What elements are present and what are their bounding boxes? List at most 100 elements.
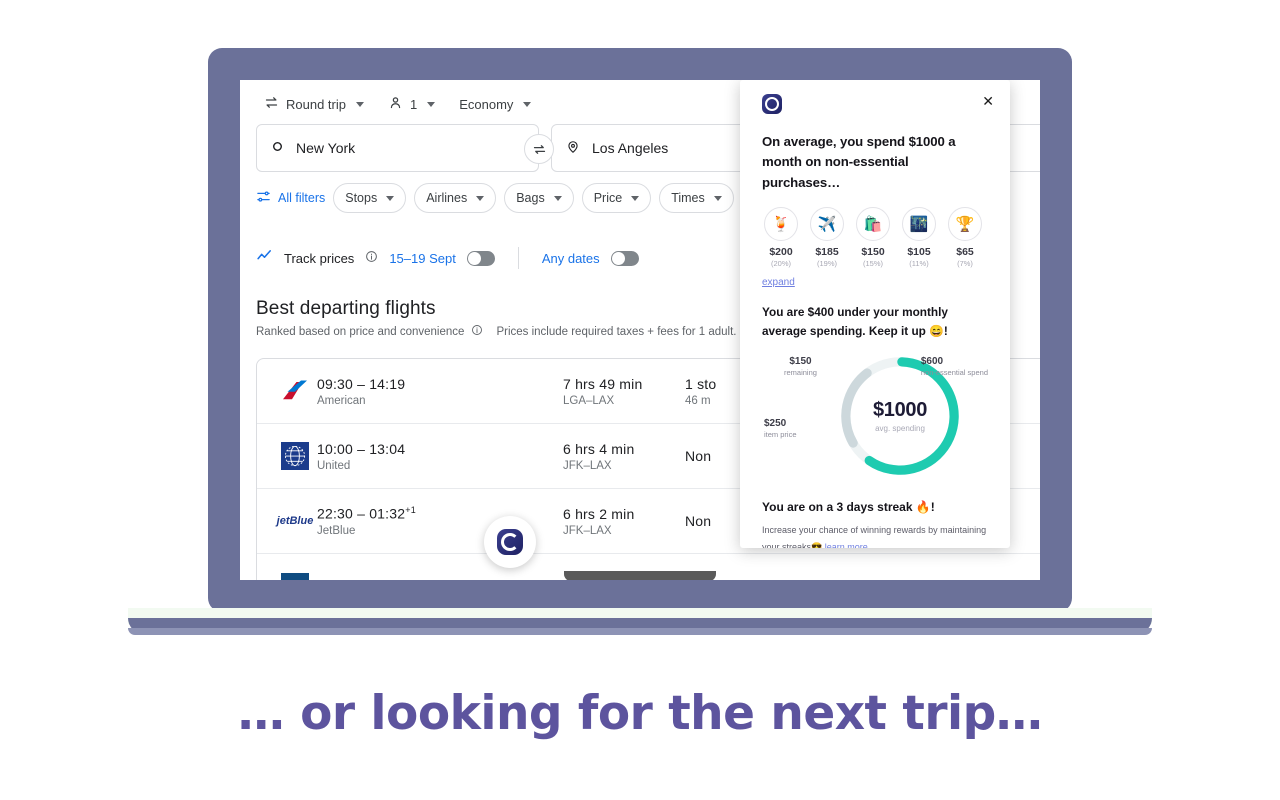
- list-item[interactable]: 🛍️ $150 (15%): [854, 207, 892, 268]
- streak-text-line2: your streaks😎: [762, 541, 825, 548]
- passenger-count: 1: [409, 96, 418, 112]
- jetblue-logo: jetBlue: [276, 515, 314, 527]
- list-item[interactable]: 🏆 $65 (7%): [946, 207, 984, 268]
- flight-times-cell: 09:30 – 14:19 American: [317, 376, 563, 407]
- ring-logo-icon: [497, 529, 523, 555]
- pill-label: Price: [593, 191, 623, 205]
- page-caption: … or looking for the next trip…: [237, 686, 1043, 741]
- trophy-emoji: 🏆: [948, 207, 982, 242]
- list-item[interactable]: 🍹 $200 (20%): [762, 207, 800, 268]
- label-name: remaining: [784, 368, 817, 378]
- donut-subtitle: avg. spending: [875, 423, 925, 433]
- all-filters-button[interactable]: All filters: [256, 189, 325, 207]
- cabin-class-label: Economy: [459, 96, 514, 112]
- any-dates-toggle[interactable]: [610, 250, 639, 266]
- learn-more-link[interactable]: learn more: [825, 542, 868, 548]
- category-amount: $185: [815, 246, 839, 259]
- close-icon[interactable]: ✕: [982, 94, 994, 108]
- spending-donut-chart: $1000 avg. spending $150 remaining $250 …: [762, 346, 988, 498]
- track-dates-toggle[interactable]: [466, 250, 495, 266]
- trip-type-label: Round trip: [286, 96, 346, 112]
- person-icon: [388, 95, 403, 113]
- streak-text-line1: Increase your chance of winning rewards …: [762, 524, 987, 535]
- divider: [517, 247, 519, 269]
- pill-label: Bags: [516, 191, 545, 205]
- route: JFK–LAX: [563, 459, 612, 472]
- tune-icon: [256, 189, 271, 207]
- assistant-fab-button[interactable]: [484, 516, 536, 568]
- duration: 6 hrs 2 min: [563, 505, 635, 522]
- laptop-base: [128, 618, 1152, 635]
- info-icon[interactable]: [471, 324, 483, 339]
- label-value: $250: [764, 417, 787, 429]
- pill-label: Airlines: [426, 191, 468, 205]
- tropical-drink-emoji: 🍹: [764, 207, 798, 242]
- location-pin-icon: [566, 140, 580, 157]
- route: JFK–LAX: [563, 524, 612, 537]
- category-percent: (19%): [816, 259, 837, 269]
- airline-name: United: [317, 459, 351, 472]
- category-amount: $200: [769, 246, 793, 259]
- spending-categories: 🍹 $200 (20%) ✈️ $185 (19%) 🛍️ $150 (15%): [762, 207, 988, 268]
- trip-type-selector[interactable]: Round trip: [256, 90, 372, 118]
- streak-title: You are on a 3 days streak 🔥!: [762, 499, 935, 514]
- alaska-airlines-logo: [273, 572, 317, 580]
- donut-label-non-essential: $600 non-essential spend: [921, 356, 988, 378]
- laptop-screen: Round trip 1 Economy New York Los Angele…: [240, 80, 1040, 580]
- filter-pill-price[interactable]: Price: [581, 183, 652, 213]
- pill-label: Times: [671, 191, 705, 205]
- swap-arrows-icon: [264, 95, 279, 113]
- list-item[interactable]: ✈️ $185 (19%): [808, 207, 846, 268]
- swap-horizontal-icon: [533, 144, 545, 154]
- ring-logo-icon: [762, 94, 782, 114]
- category-amount: $105: [907, 246, 931, 259]
- chevron-down-icon: [476, 195, 485, 201]
- label-name: non-essential spend: [920, 368, 988, 378]
- price: US$: [933, 579, 1040, 580]
- origin-field[interactable]: New York: [256, 124, 539, 172]
- filter-pill-times[interactable]: Times: [659, 183, 734, 213]
- filter-pill-bags[interactable]: Bags: [504, 183, 574, 213]
- flight-times: 16:00 – 19:00: [317, 577, 405, 580]
- flight-times-cell: 10:00 – 13:04 United: [317, 441, 563, 472]
- cabin-class-selector[interactable]: Economy: [451, 92, 539, 117]
- expand-link[interactable]: expand: [762, 277, 795, 288]
- flight-options-bar: Round trip 1 Economy: [256, 88, 539, 120]
- american-airlines-logo: [273, 378, 317, 404]
- swap-origin-destination-button[interactable]: [524, 134, 554, 164]
- category-percent: (15%): [862, 259, 883, 269]
- filter-pill-airlines[interactable]: Airlines: [414, 183, 497, 213]
- label-value: $600: [920, 355, 944, 367]
- duration: 6 hrs 4 min: [563, 440, 635, 457]
- category-percent: (11%): [909, 259, 929, 269]
- list-item[interactable]: 🌃 $105 (11%): [900, 207, 938, 268]
- best-flights-header: Best departing flights Ranked based on p…: [256, 298, 761, 339]
- section-title: Best departing flights: [256, 298, 436, 319]
- laptop-frame: Round trip 1 Economy New York Los Angele…: [208, 48, 1072, 612]
- donut-label-item-price: $250 item price: [764, 418, 797, 440]
- price-note: Prices include required taxes + fees for…: [496, 325, 761, 338]
- category-percent: (20%): [770, 259, 791, 269]
- duration-cell: 6 hrs 4 min JFK–LAX: [563, 441, 685, 472]
- streak-description: Increase your chance of winning rewards …: [762, 522, 988, 548]
- circle-icon: [271, 140, 284, 156]
- donut-total: $1000: [872, 398, 928, 421]
- airplane-emoji: ✈️: [810, 207, 844, 242]
- pill-label: Stops: [345, 191, 378, 205]
- route: LGA–LAX: [563, 394, 615, 407]
- category-amount: $65: [956, 246, 974, 259]
- cityscape-emoji: 🌃: [902, 207, 936, 242]
- united-airlines-logo: [273, 442, 317, 470]
- flight-times: 10:00 – 13:04: [317, 440, 406, 457]
- chevron-down-icon: [355, 101, 364, 107]
- track-dates-label[interactable]: 15–19 Sept: [389, 251, 456, 266]
- donut-label-remaining: $150 remaining: [784, 356, 817, 378]
- price-cell: US$: [933, 579, 1040, 580]
- laptop-camera-notch: [564, 571, 716, 580]
- any-dates-label[interactable]: Any dates: [542, 251, 600, 266]
- chevron-down-icon: [553, 195, 562, 201]
- passenger-selector[interactable]: 1: [380, 90, 443, 118]
- filter-pill-stops[interactable]: Stops: [333, 183, 407, 213]
- label-name: item price: [764, 430, 797, 440]
- info-icon[interactable]: [365, 250, 378, 266]
